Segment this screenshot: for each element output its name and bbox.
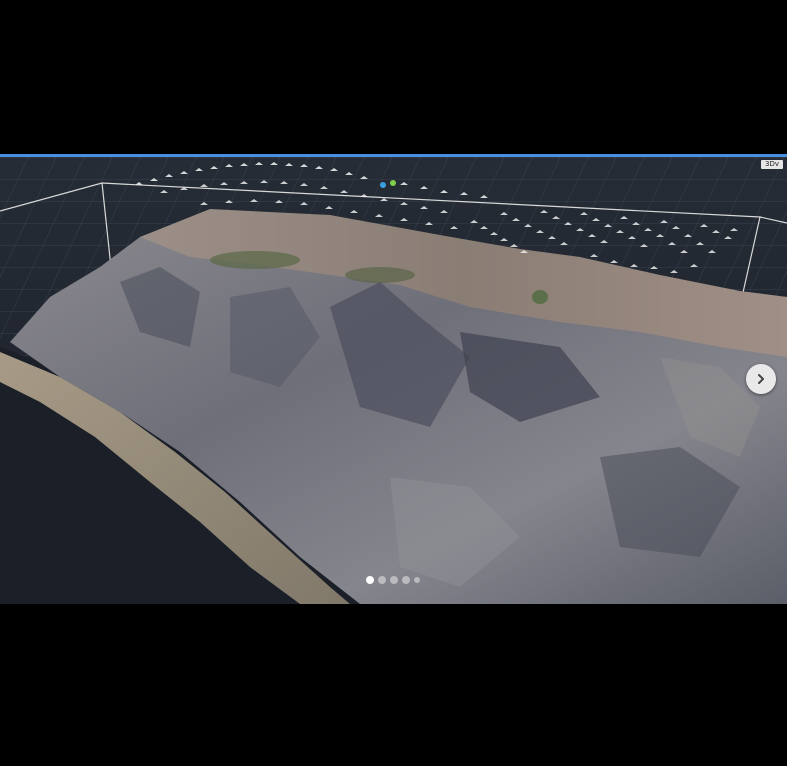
carousel-dot-3[interactable] [390, 576, 398, 584]
chevron-right-icon [758, 374, 764, 384]
3d-viewport[interactable]: 3Dv [0, 154, 787, 604]
carousel-dot-4[interactable] [402, 576, 410, 584]
point-cloud-scene[interactable] [0, 157, 787, 604]
bottom-letterbox [0, 604, 787, 766]
carousel-dot-5[interactable] [414, 577, 420, 583]
carousel-dot-1[interactable] [366, 576, 374, 584]
next-slide-button[interactable] [746, 364, 776, 394]
top-letterbox [0, 0, 787, 154]
carousel-dot-2[interactable] [378, 576, 386, 584]
carousel-indicator [366, 575, 420, 585]
viewer-badge[interactable]: 3Dv [761, 160, 783, 169]
